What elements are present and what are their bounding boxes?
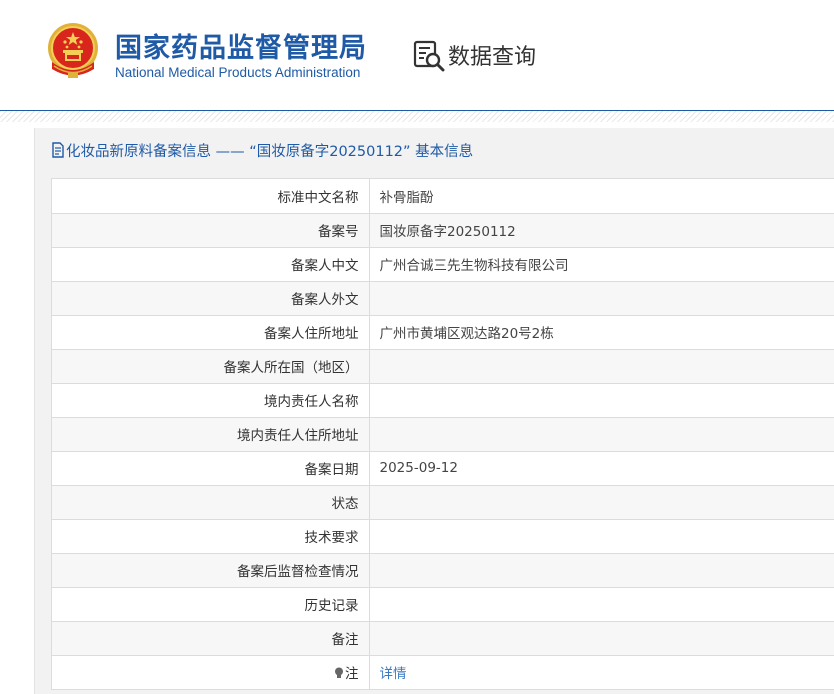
table-row: 境内责任人名称 xyxy=(52,383,834,418)
row-value xyxy=(369,281,834,316)
panel-title-text: 化妆品新原料备案信息 —— “国妆原备字20250112” 基本信息 xyxy=(66,143,474,160)
decorative-stripe xyxy=(0,111,834,122)
row-label: 标准中文名称 xyxy=(52,179,370,214)
row-label: 备案人外文 xyxy=(52,281,370,316)
row-label: 备案后监督检查情况 xyxy=(52,553,370,588)
document-icon xyxy=(52,142,64,158)
table-row: 技术要求 xyxy=(52,519,834,554)
row-value: 补骨脂酚 xyxy=(369,179,834,214)
row-value: 国妆原备字20250112 xyxy=(369,213,834,248)
national-emblem-icon xyxy=(48,23,98,78)
row-value xyxy=(369,553,834,588)
row-value xyxy=(369,383,834,418)
data-query-label: 数据查询 xyxy=(448,45,537,70)
row-label: 备案日期 xyxy=(52,451,370,486)
lightbulb-icon xyxy=(335,667,343,678)
row-label: 技术要求 xyxy=(52,519,370,554)
row-value xyxy=(369,417,834,452)
table-row: 备案后监督检查情况 xyxy=(52,553,834,588)
note-label: 注 xyxy=(345,666,359,682)
org-name-en: National Medical Products Administration xyxy=(115,65,361,80)
row-value xyxy=(369,519,834,554)
table-row: 备案人中文 广州合诚三先生物科技有限公司 xyxy=(52,247,834,282)
row-label: 备注 xyxy=(52,621,370,656)
panel-title: 化妆品新原料备案信息 —— “国妆原备字20250112” 基本信息 xyxy=(51,140,473,160)
table-row: 备案人所在国（地区） xyxy=(52,349,834,384)
table-row: 备案日期 2025-09-12 xyxy=(52,451,834,486)
row-label: 备案人住所地址 xyxy=(52,315,370,350)
org-name-cn: 国家药品监督管理局 xyxy=(115,33,367,64)
note-row: 注 详情 xyxy=(52,655,834,690)
row-value xyxy=(369,349,834,384)
note-label-cell: 注 xyxy=(52,655,370,690)
table-row: 历史记录 xyxy=(52,587,834,622)
row-label: 备案人中文 xyxy=(52,247,370,282)
row-value: 2025-09-12 xyxy=(369,451,834,486)
table-row: 标准中文名称 补骨脂酚 xyxy=(52,179,834,214)
site-header: 国家药品监督管理局 National Medical Products Admi… xyxy=(0,0,834,110)
row-value: 广州合诚三先生物科技有限公司 xyxy=(369,247,834,282)
row-label: 状态 xyxy=(52,485,370,520)
record-panel: 化妆品新原料备案信息 —— “国妆原备字20250112” 基本信息 标准中文名… xyxy=(34,128,834,694)
row-value xyxy=(369,587,834,622)
info-table: 标准中文名称 补骨脂酚 备案号 国妆原备字20250112 备案人中文 广州合诚… xyxy=(51,178,834,690)
document-search-icon xyxy=(413,40,445,72)
row-label: 历史记录 xyxy=(52,587,370,622)
details-link[interactable]: 详情 xyxy=(380,666,407,682)
row-label: 备案人所在国（地区） xyxy=(52,349,370,384)
row-label: 备案号 xyxy=(52,213,370,248)
note-value-cell: 详情 xyxy=(369,655,834,690)
data-query-link[interactable]: 数据查询 xyxy=(412,38,536,72)
row-value: 广州市黄埔区观达路20号2栋 xyxy=(369,315,834,350)
row-label: 境内责任人住所地址 xyxy=(52,417,370,452)
table-row: 备案人外文 xyxy=(52,281,834,316)
row-label: 境内责任人名称 xyxy=(52,383,370,418)
table-row: 境内责任人住所地址 xyxy=(52,417,834,452)
table-row: 状态 xyxy=(52,485,834,520)
table-row: 备注 xyxy=(52,621,834,656)
table-row: 备案人住所地址 广州市黄埔区观达路20号2栋 xyxy=(52,315,834,350)
row-value xyxy=(369,621,834,656)
row-value xyxy=(369,485,834,520)
table-row: 备案号 国妆原备字20250112 xyxy=(52,213,834,248)
